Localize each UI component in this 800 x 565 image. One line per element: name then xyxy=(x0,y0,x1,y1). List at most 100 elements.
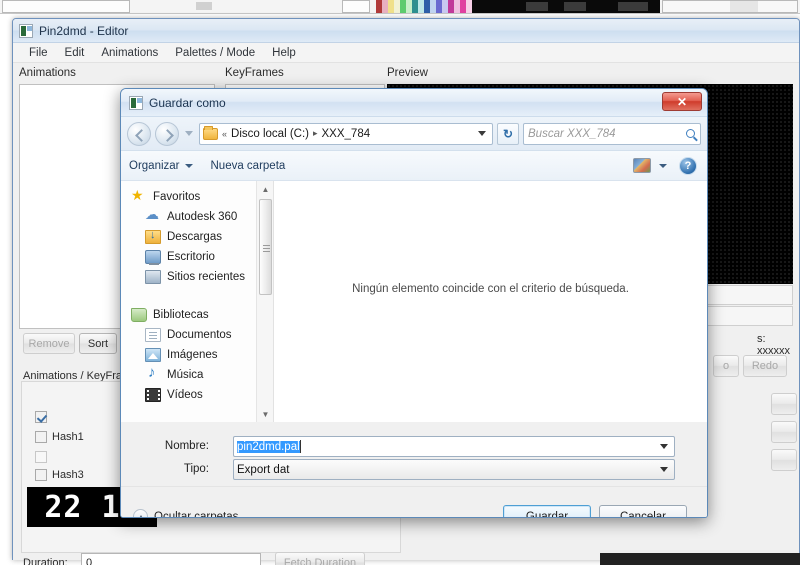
editor-titlebar[interactable]: Pin2dmd - Editor xyxy=(13,19,799,43)
breadcrumb-overflow-icon[interactable]: « xyxy=(222,129,227,139)
folder-icon xyxy=(203,125,218,140)
duration-input[interactable]: 0 xyxy=(81,553,261,565)
dialog-main-area: Favoritos Autodesk 360 Descargas Escrito… xyxy=(121,181,707,422)
search-input[interactable]: Buscar XXX_784 xyxy=(523,122,701,145)
chevron-down-icon[interactable] xyxy=(659,163,667,168)
chevron-down-icon[interactable] xyxy=(660,467,668,472)
editor-menubar: File Edit Animations Palettes / Mode Hel… xyxy=(13,43,799,63)
hide-folders-toggle[interactable]: Ocultar carpetas xyxy=(133,509,239,518)
background-app-strip xyxy=(0,0,800,14)
hash-checkbox-0[interactable] xyxy=(35,411,47,423)
sidebar-item-documentos[interactable]: Documentos xyxy=(121,325,273,345)
sidebar-item-label: Vídeos xyxy=(167,389,203,401)
filename-input[interactable]: pin2dmd.pal xyxy=(233,436,675,457)
dialog-fields: Nombre: pin2dmd.pal Tipo: Export dat xyxy=(121,422,707,486)
scrollbar-thumb[interactable] xyxy=(259,199,272,295)
sort-button[interactable]: Sort xyxy=(79,333,117,354)
save-as-dialog: Guardar como ✕ « Disco local (C:) ▸ XXX_… xyxy=(120,88,708,518)
bg-dmd-strip-1 xyxy=(472,0,560,13)
menu-item-palettes[interactable]: Palettes / Mode xyxy=(167,45,263,61)
menu-item-edit[interactable]: Edit xyxy=(57,45,93,61)
sidebar-item-imagenes[interactable]: Imágenes xyxy=(121,345,273,365)
hash-row-3[interactable]: Hash3 xyxy=(35,469,84,481)
nav-group-favoritos[interactable]: Favoritos xyxy=(121,187,273,207)
nav-group-bibliotecas[interactable]: Bibliotecas xyxy=(121,305,273,325)
help-icon[interactable]: ? xyxy=(679,156,697,175)
breadcrumb: « Disco local (C:) ▸ XXX_784 xyxy=(222,128,370,140)
navpane-scrollbar[interactable]: ▲ ▼ xyxy=(256,181,273,422)
sidebar-item-musica[interactable]: Música xyxy=(121,364,273,385)
cancel-button[interactable]: Cancelar xyxy=(599,505,687,517)
history-dropdown-icon[interactable] xyxy=(185,131,193,136)
new-folder-button[interactable]: Nueva carpeta xyxy=(211,160,286,172)
filename-value: pin2dmd.pal xyxy=(237,440,300,453)
remove-button[interactable]: Remove xyxy=(23,333,75,354)
image-icon xyxy=(145,348,161,362)
refresh-icon[interactable]: ↻ xyxy=(497,122,519,145)
file-list-pane[interactable]: Ningún elemento coincide con el criterio… xyxy=(274,181,707,422)
side-button-2[interactable] xyxy=(771,421,797,443)
hash-checkbox-1[interactable] xyxy=(35,431,47,443)
hash-row-2[interactable] xyxy=(35,451,52,463)
chevron-down-icon[interactable] xyxy=(478,131,486,136)
forward-arrow-icon[interactable] xyxy=(155,121,179,146)
breadcrumb-separator-icon: ▸ xyxy=(312,128,318,138)
menu-item-animations[interactable]: Animations xyxy=(93,45,166,61)
sidebar-item-videos[interactable]: Vídeos xyxy=(121,385,273,405)
close-icon[interactable]: ✕ xyxy=(662,92,702,111)
screen-root: Pin2dmd - Editor File Edit Animations Pa… xyxy=(0,0,800,565)
back-arrow-icon[interactable] xyxy=(127,121,151,146)
nombre-label: Nombre: xyxy=(164,440,209,452)
hash-row-1[interactable]: Hash1 xyxy=(35,431,84,443)
app-icon xyxy=(19,23,33,38)
star-icon xyxy=(131,187,147,204)
filetype-value: Export dat xyxy=(237,463,290,476)
breadcrumb-item-folder[interactable]: XXX_784 xyxy=(322,128,371,140)
pane-label-animations: Animations xyxy=(19,67,76,79)
bg-strip-box-3 xyxy=(342,0,370,13)
chevron-down-icon[interactable] xyxy=(660,444,668,449)
fetch-duration-button[interactable]: Fetch Duration xyxy=(275,552,365,565)
navigation-pane: Favoritos Autodesk 360 Descargas Escrito… xyxy=(121,181,274,422)
side-button-1[interactable] xyxy=(771,393,797,415)
redo-button[interactable]: Redo xyxy=(743,355,787,377)
dialog-navigation-bar: « Disco local (C:) ▸ XXX_784 ↻ Buscar XX… xyxy=(121,117,707,151)
breadcrumb-item-drive[interactable]: Disco local (C:) xyxy=(231,128,309,140)
menu-item-help[interactable]: Help xyxy=(264,45,304,61)
save-button[interactable]: Guardar xyxy=(503,505,591,517)
tipo-label: Tipo: xyxy=(183,463,209,475)
address-bar[interactable]: « Disco local (C:) ▸ XXX_784 xyxy=(199,122,493,145)
scroll-down-arrow-icon[interactable]: ▼ xyxy=(257,406,273,422)
hash-checkbox-3[interactable] xyxy=(35,469,47,481)
dialog-titlebar[interactable]: Guardar como ✕ xyxy=(121,89,707,117)
pane-label-preview: Preview xyxy=(387,67,428,79)
sidebar-item-sitios-recientes[interactable]: Sitios recientes xyxy=(121,267,273,287)
hide-folders-label: Ocultar carpetas xyxy=(154,510,239,518)
filetype-select[interactable]: Export dat xyxy=(233,459,675,480)
dialog-app-icon xyxy=(129,95,143,110)
editor-window-title: Pin2dmd - Editor xyxy=(39,23,129,38)
scroll-up-arrow-icon[interactable]: ▲ xyxy=(257,181,273,197)
undo-button[interactable]: o xyxy=(713,355,739,377)
sidebar-item-descargas[interactable]: Descargas xyxy=(121,227,273,247)
sidebar-item-label: Documentos xyxy=(167,329,232,341)
sidebar-item-label: Música xyxy=(167,369,204,381)
dialog-footer: Ocultar carpetas Guardar Cancelar xyxy=(121,486,707,518)
dialog-title: Guardar como xyxy=(149,95,226,110)
search-placeholder: Buscar XXX_784 xyxy=(528,127,616,140)
side-button-3[interactable] xyxy=(771,449,797,471)
hash-checkbox-2[interactable] xyxy=(35,451,47,463)
collapse-up-icon xyxy=(133,509,148,517)
menu-item-file[interactable]: File xyxy=(21,45,56,61)
empty-folder-message: Ningún elemento coincide con el criterio… xyxy=(352,283,629,295)
sidebar-item-autodesk360[interactable]: Autodesk 360 xyxy=(121,206,273,227)
hash-label-1: Hash1 xyxy=(52,431,84,443)
organizar-menu[interactable]: Organizar xyxy=(129,160,193,172)
nav-group-bibliotecas-label: Bibliotecas xyxy=(153,309,209,321)
palette-swatch-strip[interactable] xyxy=(376,0,472,13)
hash-row-0[interactable] xyxy=(35,411,52,423)
chevron-down-icon xyxy=(184,163,193,168)
view-layout-icon[interactable] xyxy=(633,158,651,173)
sidebar-item-escritorio[interactable]: Escritorio xyxy=(121,247,273,267)
document-icon xyxy=(145,328,161,342)
